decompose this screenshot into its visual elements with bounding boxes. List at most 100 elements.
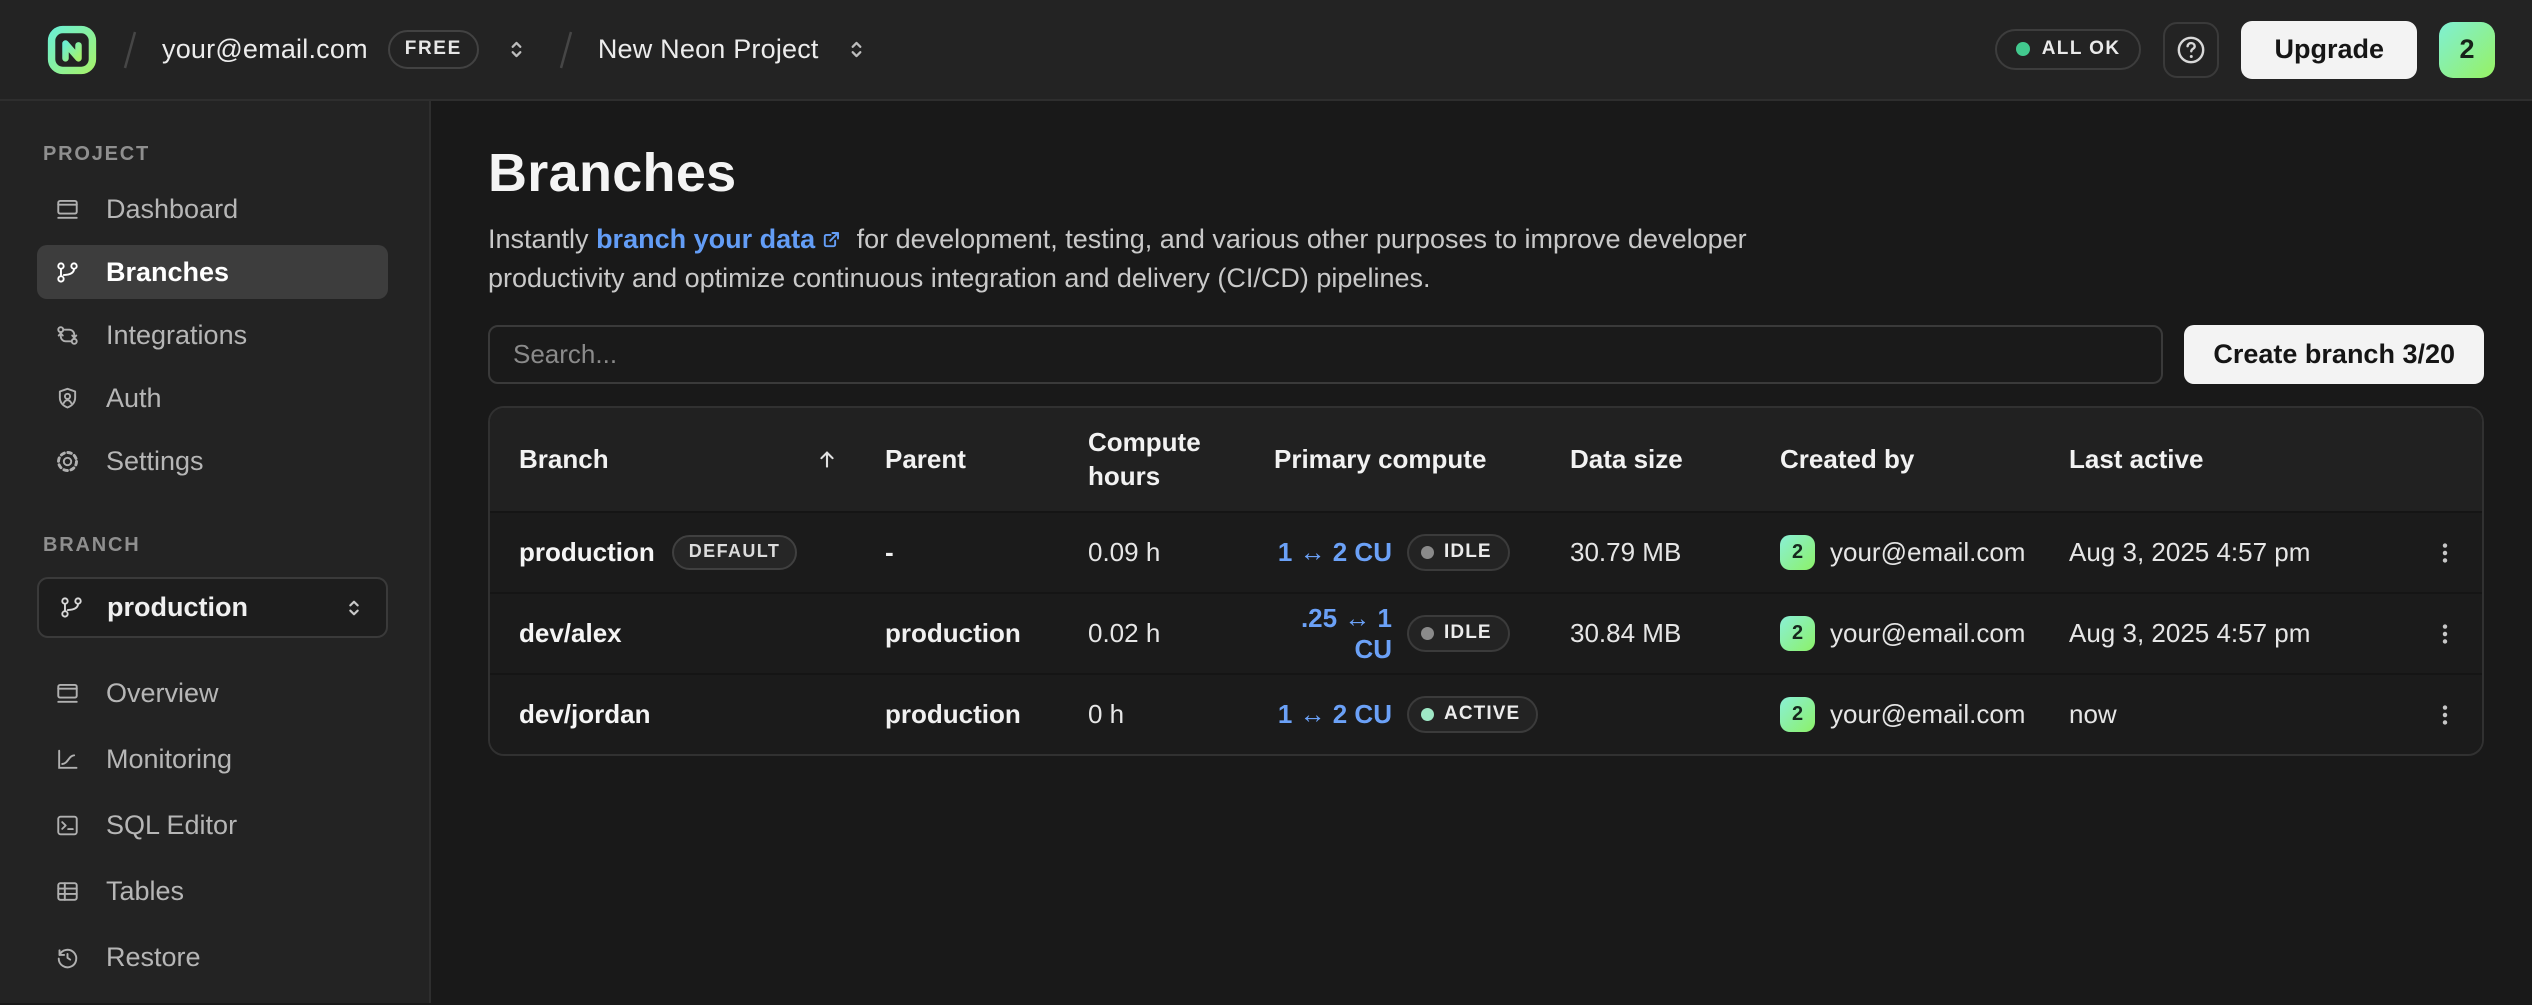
help-button[interactable] [2163,22,2219,78]
data-size-cell: 30.84 MB [1570,618,1780,649]
state-dot-icon [1421,627,1434,640]
table-row[interactable]: production DEFAULT - 0.09 h 1 ↔ 2 CU IDL… [490,511,2482,592]
compute-units-link[interactable]: 1 ↔ 2 CU [1274,537,1392,568]
created-by-cell: 2 your@email.com [1780,535,2069,570]
sidebar-section-project: PROJECT [37,143,388,166]
parent-cell: production [885,699,1088,730]
created-by-cell: 2 your@email.com [1780,616,2069,651]
status-dot-icon [2016,42,2030,56]
restore-history-icon [54,944,81,971]
sidebar-item-integrations[interactable]: Integrations [37,308,388,362]
branch-name-cell: production DEFAULT [519,535,885,570]
column-header-primary-compute[interactable]: Primary compute [1274,443,1570,476]
sidebar-item-sql-editor[interactable]: SQL Editor [37,798,388,852]
sql-editor-terminal-icon [54,812,81,839]
table-row[interactable]: dev/alex production 0.02 h .25 ↔ 1 CU ID… [490,592,2482,673]
create-branch-button[interactable]: Create branch 3/20 [2184,325,2484,384]
app-header: your@email.com FREE New Neon Project ALL… [0,0,2532,101]
system-status-pill[interactable]: ALL OK [1995,29,2142,70]
chevron-updown-icon [843,36,870,63]
sidebar-item-label: Integrations [106,320,247,351]
neon-logo[interactable] [46,24,98,76]
compute-hours-cell: 0 h [1088,699,1274,730]
column-header-data-size[interactable]: Data size [1570,443,1780,476]
compute-state-badge: ACTIVE [1407,696,1538,733]
row-menu-button[interactable] [2423,612,2467,656]
header-actions: ALL OK Upgrade 2 [1995,21,2495,79]
chevron-updown-icon [503,36,530,63]
page-title: Branches [488,142,2484,204]
sidebar-item-label: Settings [106,446,204,477]
branches-toolbar: Create branch 3/20 [488,325,2484,384]
sidebar-item-overview[interactable]: Overview [37,666,388,720]
table-row[interactable]: dev/jordan production 0 h 1 ↔ 2 CU ACTIV… [490,673,2482,754]
compute-state-badge: IDLE [1407,534,1510,571]
sidebar-item-branches[interactable]: Branches [37,245,388,299]
sidebar-item-label: SQL Editor [106,810,237,841]
sidebar-item-label: Dashboard [106,194,238,225]
overview-icon [54,680,81,707]
state-label: IDLE [1444,622,1492,644]
plan-badge: FREE [388,30,479,69]
sidebar-item-auth[interactable]: Auth [37,371,388,425]
chevron-updown-icon [341,595,367,621]
row-menu-button[interactable] [2423,531,2467,575]
gear-icon [54,448,81,475]
sidebar: PROJECT Dashboard Branches [0,101,431,1003]
last-active-cell: Aug 3, 2025 4:57 pm [2069,537,2423,568]
sort-ascending-icon [813,445,841,473]
sidebar-item-label: Overview [106,678,219,709]
sidebar-item-restore[interactable]: Restore [37,930,388,984]
neon-logo-icon [46,24,98,76]
breadcrumb-divider [554,26,578,74]
sidebar-item-dashboard[interactable]: Dashboard [37,182,388,236]
creator-avatar: 2 [1780,616,1815,651]
default-badge: DEFAULT [672,535,797,570]
creator-email: your@email.com [1830,537,2025,568]
column-header-created-by[interactable]: Created by [1780,443,2069,476]
branch-your-data-link[interactable]: branch your data [596,224,815,254]
upgrade-button[interactable]: Upgrade [2241,21,2417,79]
branch-selector-value: production [107,592,248,623]
page-description: Instantly branch your data for developme… [488,220,1883,298]
external-link-icon [820,228,843,251]
dashboard-icon [54,196,81,223]
data-size-cell: 30.79 MB [1570,537,1780,568]
column-header-branch[interactable]: Branch [519,443,885,476]
creator-avatar: 2 [1780,697,1815,732]
project-name[interactable]: New Neon Project [598,34,819,65]
search-input[interactable] [488,325,2163,384]
row-menu-button[interactable] [2423,693,2467,737]
description-text: Instantly [488,224,596,254]
column-header-parent[interactable]: Parent [885,443,1088,476]
last-active-cell: now [2069,699,2423,730]
column-header-last-active[interactable]: Last active [2069,443,2423,476]
git-branch-icon [58,594,85,621]
compute-units-link[interactable]: 1 ↔ 2 CU [1274,699,1392,730]
sidebar-item-label: Auth [106,383,162,414]
org-name[interactable]: your@email.com [162,34,368,65]
org-switcher-button[interactable] [499,32,534,67]
branch-name: dev/jordan [519,699,650,730]
branch-selector[interactable]: production [37,577,388,638]
branch-name-cell: dev/alex [519,618,885,649]
status-label: ALL OK [2042,38,2121,60]
creator-avatar: 2 [1780,535,1815,570]
compute-units-link[interactable]: .25 ↔ 1 CU [1274,603,1392,665]
state-dot-icon [1421,546,1434,559]
sidebar-item-tables[interactable]: Tables [37,864,388,918]
sidebar-item-label: Tables [106,876,184,907]
tables-grid-icon [54,878,81,905]
column-header-compute-hours[interactable]: Compute hours [1088,426,1274,493]
branch-name: production [519,537,655,568]
breadcrumb-divider [118,26,142,74]
sidebar-item-monitoring[interactable]: Monitoring [37,732,388,786]
compute-hours-cell: 0.02 h [1088,618,1274,649]
user-avatar[interactable]: 2 [2439,22,2495,78]
sidebar-item-settings[interactable]: Settings [37,434,388,488]
compute-state-badge: IDLE [1407,615,1510,652]
git-branch-icon [54,259,81,286]
kebab-menu-icon [2431,539,2459,567]
project-switcher-button[interactable] [839,32,874,67]
primary-compute-cell: .25 ↔ 1 CU IDLE [1274,603,1570,665]
